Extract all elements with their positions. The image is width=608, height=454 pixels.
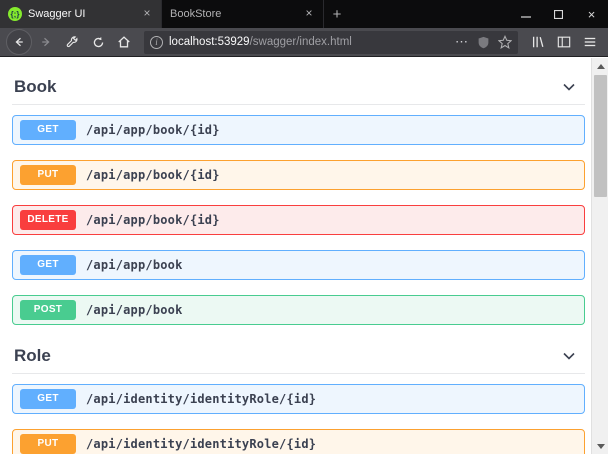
sidebar-icon [557, 35, 571, 49]
method-badge: GET [20, 120, 76, 140]
sidebar-button[interactable] [552, 30, 576, 54]
endpoint-list: GET /api/app/book/{id} PUT /api/app/book… [12, 115, 585, 325]
swagger-favicon: {;} [8, 7, 22, 21]
library-icon [531, 35, 545, 49]
close-button[interactable]: × [575, 0, 608, 28]
endpoint-path: /api/identity/identityRole/{id} [86, 392, 316, 406]
endpoint-row[interactable]: POST /api/app/book [12, 295, 585, 325]
titlebar: {;} Swagger UI × BookStore × + × [0, 0, 608, 28]
endpoint-path: /api/app/book/{id} [86, 123, 220, 137]
wrench-icon [65, 35, 79, 49]
forward-icon [40, 36, 52, 48]
refresh-button[interactable] [86, 30, 110, 54]
chevron-down-icon[interactable] [561, 79, 577, 95]
home-button[interactable] [112, 30, 136, 54]
back-icon [13, 36, 25, 48]
shield-icon[interactable] [477, 36, 490, 49]
tab-bookstore[interactable]: BookStore × [162, 0, 324, 28]
scrollbar-thumb[interactable] [594, 75, 607, 197]
window-controls: × [509, 0, 608, 28]
back-button[interactable] [6, 29, 32, 55]
maximize-button[interactable] [542, 0, 575, 28]
refresh-icon [92, 36, 105, 49]
section-title: Book [14, 77, 57, 97]
hamburger-menu-icon [583, 35, 597, 49]
url-bar[interactable]: i localhost:53929/swagger/index.html ⋯ [144, 31, 518, 54]
method-badge: GET [20, 389, 76, 409]
endpoint-row[interactable]: GET /api/app/book [12, 250, 585, 280]
endpoint-list: GET /api/identity/identityRole/{id} PUT … [12, 384, 585, 454]
method-badge: DELETE [20, 210, 76, 230]
minimize-button[interactable] [509, 0, 542, 28]
scroll-down-button[interactable] [592, 438, 608, 454]
endpoint-path: /api/identity/identityRole/{id} [86, 437, 316, 451]
chevron-down-icon[interactable] [561, 348, 577, 364]
method-badge: POST [20, 300, 76, 320]
method-badge: GET [20, 255, 76, 275]
tab-title: Swagger UI [28, 8, 139, 20]
site-info-icon[interactable]: i [150, 36, 163, 49]
endpoint-row[interactable]: GET /api/app/book/{id} [12, 115, 585, 145]
endpoint-path: /api/app/book [86, 258, 183, 272]
url-host: localhost:53929 [169, 36, 250, 48]
tab-close-icon[interactable]: × [139, 6, 155, 22]
method-badge: PUT [20, 165, 76, 185]
scroll-up-icon [597, 64, 605, 69]
endpoint-path: /api/app/book/{id} [86, 213, 220, 227]
page-actions-icon[interactable]: ⋯ [455, 34, 469, 50]
browser-window: {;} Swagger UI × BookStore × + × [0, 0, 608, 454]
page-tools-button[interactable] [60, 30, 84, 54]
url-text: localhost:53929/swagger/index.html [169, 36, 449, 48]
forward-button[interactable] [34, 30, 58, 54]
bookmark-star-icon[interactable] [498, 35, 512, 49]
page-content: Book GET /api/app/book/{id} PUT /api/app… [0, 58, 591, 454]
vertical-scrollbar[interactable] [591, 58, 608, 454]
endpoint-row[interactable]: PUT /api/app/book/{id} [12, 160, 585, 190]
endpoint-path: /api/app/book/{id} [86, 168, 220, 182]
library-button[interactable] [526, 30, 550, 54]
section-title: Role [14, 346, 51, 366]
tab-close-icon[interactable]: × [301, 6, 317, 22]
method-badge: PUT [20, 434, 76, 454]
new-tab-button[interactable]: + [324, 0, 350, 28]
navbar: i localhost:53929/swagger/index.html ⋯ [0, 28, 608, 57]
api-section: Book GET /api/app/book/{id} PUT /api/app… [12, 72, 585, 325]
tab-title: BookStore [170, 8, 301, 20]
scroll-down-icon [597, 444, 605, 449]
home-icon [117, 35, 131, 49]
api-section: Role GET /api/identity/identityRole/{id}… [12, 341, 585, 454]
menu-button[interactable] [578, 30, 602, 54]
section-header[interactable]: Role [12, 341, 585, 374]
api-sections: Book GET /api/app/book/{id} PUT /api/app… [12, 72, 585, 454]
scroll-up-button[interactable] [592, 58, 608, 74]
tab-swagger-ui[interactable]: {;} Swagger UI × [0, 0, 162, 28]
endpoint-row[interactable]: GET /api/identity/identityRole/{id} [12, 384, 585, 414]
section-header[interactable]: Book [12, 72, 585, 105]
endpoint-row[interactable]: PUT /api/identity/identityRole/{id} [12, 429, 585, 454]
endpoint-path: /api/app/book [86, 303, 183, 317]
endpoint-row[interactable]: DELETE /api/app/book/{id} [12, 205, 585, 235]
url-path: /swagger/index.html [250, 36, 352, 48]
